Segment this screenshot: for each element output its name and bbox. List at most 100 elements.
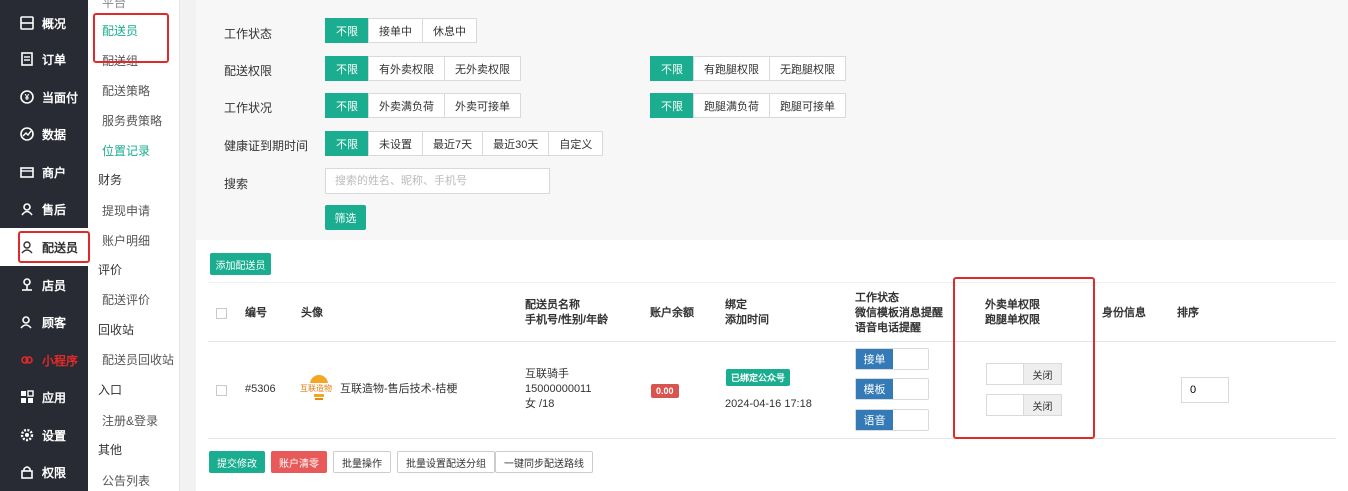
switch-takeout-perm[interactable]: 关闭 bbox=[986, 363, 1062, 385]
subnav-item[interactable]: 位置记录 bbox=[102, 142, 150, 159]
sidebar-item-pay[interactable]: ¥ 当面付 bbox=[0, 78, 88, 116]
filter-option[interactable]: 不限 bbox=[325, 93, 369, 118]
filter-option[interactable]: 外卖满负荷 bbox=[368, 93, 445, 118]
sidebar-item-lock[interactable]: 权限 bbox=[0, 453, 88, 491]
switch-errand-perm-knob: 关闭 bbox=[1023, 395, 1061, 415]
subnav-item[interactable]: 服务费策略 bbox=[102, 112, 162, 129]
sync-route-button[interactable]: 一键同步配送路线 bbox=[495, 451, 593, 473]
avatar: 互联造物 bbox=[299, 372, 337, 402]
subnav-item[interactable]: 账户明细 bbox=[102, 232, 150, 249]
sidebar-item-user[interactable]: 配送员 bbox=[0, 228, 88, 266]
batch-group-button[interactable]: 批量设置配送分组 bbox=[397, 451, 495, 473]
subnav-item[interactable]: 配送策略 bbox=[102, 82, 150, 99]
data-icon bbox=[20, 127, 34, 141]
filter-option[interactable]: 最近7天 bbox=[422, 131, 484, 156]
sidebar-item-overview[interactable]: 概况 bbox=[0, 4, 88, 42]
th-balance: 账户余额 bbox=[650, 307, 694, 319]
add-courier-button[interactable]: 添加配送员 bbox=[210, 253, 271, 275]
sidebar-item-label: 店员 bbox=[42, 278, 67, 293]
pay-icon: ¥ bbox=[20, 90, 34, 104]
filter-option[interactable]: 不限 bbox=[325, 131, 369, 156]
clear-account-button[interactable]: 账户清零 bbox=[271, 451, 327, 473]
subnav-item[interactable]: 配送组 bbox=[102, 52, 138, 69]
submit-button[interactable]: 提交修改 bbox=[209, 451, 265, 473]
apps-icon bbox=[20, 390, 34, 404]
sidebar-item-gear[interactable]: 设置 bbox=[0, 416, 88, 454]
filter-option[interactable]: 跑腿满负荷 bbox=[693, 93, 770, 118]
filter-option[interactable]: 有外卖权限 bbox=[368, 56, 445, 81]
clerk-icon bbox=[20, 278, 34, 292]
sidebar-item-shop[interactable]: 商户 bbox=[0, 153, 88, 191]
filter-option[interactable]: 不限 bbox=[650, 56, 694, 81]
sidebar-item-data[interactable]: 数据 bbox=[0, 115, 88, 153]
filter-option[interactable]: 外卖可接单 bbox=[444, 93, 521, 118]
sort-input[interactable] bbox=[1181, 377, 1229, 403]
filter-option[interactable]: 不限 bbox=[650, 93, 694, 118]
sidebar-item-label: 当面付 bbox=[42, 90, 79, 105]
sidebar-item-miniapp[interactable]: 小程序 bbox=[0, 341, 88, 379]
sidebar-item-label: 商户 bbox=[42, 165, 67, 180]
row-add-time: 2024-04-16 17:18 bbox=[725, 398, 812, 410]
bind-status-badge: 已绑定公众号 bbox=[726, 369, 791, 386]
th-name: 配送员名称 bbox=[525, 299, 580, 311]
toggle-template-msg[interactable]: 模板 bbox=[855, 378, 929, 400]
filter-label-work-cond: 工作状况 bbox=[224, 101, 273, 115]
sidebar-item-label: 订单 bbox=[42, 52, 67, 67]
search-input[interactable] bbox=[325, 168, 550, 194]
svg-text:¥: ¥ bbox=[25, 93, 30, 102]
sidebar-item-clerk[interactable]: 店员 bbox=[0, 266, 88, 304]
sidebar-item-order[interactable]: 订单 bbox=[0, 40, 88, 78]
th-work-status: 工作状态 bbox=[855, 292, 899, 304]
filter-option[interactable]: 最近30天 bbox=[482, 131, 550, 156]
subnav-item: 评价 bbox=[98, 263, 123, 277]
customer-icon bbox=[20, 315, 34, 329]
lock-icon bbox=[20, 465, 34, 479]
row-checkbox[interactable] bbox=[216, 385, 227, 396]
subnav-item[interactable]: 公告列表 bbox=[102, 472, 150, 489]
sidebar: 概况订单 ¥ 当面付数据商户售后配送员店员顾客 小程序 应用 设置 权限 bbox=[0, 0, 88, 491]
filter-option[interactable]: 无跑腿权限 bbox=[769, 56, 846, 81]
subnav-item[interactable]: 提现申请 bbox=[102, 202, 150, 219]
filter-option[interactable]: 无外卖权限 bbox=[444, 56, 521, 81]
th-sort: 排序 bbox=[1177, 307, 1199, 319]
batch-button[interactable]: 批量操作 bbox=[333, 451, 391, 473]
filter-option[interactable]: 跑腿可接单 bbox=[769, 93, 846, 118]
toggle-voice-call-label: 语音 bbox=[856, 410, 893, 430]
balance-badge: 0.00 bbox=[651, 384, 679, 398]
filter-option[interactable]: 接单中 bbox=[368, 18, 423, 43]
subnav-item[interactable]: 配送员回收站 bbox=[102, 351, 174, 368]
sidebar-item-customer[interactable]: 顾客 bbox=[0, 303, 88, 341]
th-wechat-template: 微信模板消息提醒 bbox=[855, 307, 943, 319]
subnav-item[interactable]: 配送评价 bbox=[102, 291, 150, 308]
toggle-accept-order-label: 接单 bbox=[856, 349, 893, 369]
switch-errand-perm[interactable]: 关闭 bbox=[986, 394, 1062, 416]
filter-option[interactable]: 有跑腿权限 bbox=[693, 56, 770, 81]
toggle-voice-call[interactable]: 语音 bbox=[855, 409, 929, 431]
subnav: 平台 配送员 配送组 配送策略 服务费策略 位置记录 财务 提现申请 账户明细 评价 配送评价 回收… bbox=[88, 0, 180, 491]
toggle-template-msg-label: 模板 bbox=[856, 379, 893, 399]
filter-option[interactable]: 不限 bbox=[325, 18, 369, 43]
filter-option[interactable]: 不限 bbox=[325, 56, 369, 81]
filter-label-perm: 配送权限 bbox=[224, 64, 273, 78]
filter-label-health: 健康证到期时间 bbox=[224, 139, 309, 153]
subnav-item[interactable]: 配送员 bbox=[102, 22, 138, 39]
filter-button[interactable]: 筛选 bbox=[325, 205, 366, 230]
sidebar-item-apps[interactable]: 应用 bbox=[0, 378, 88, 416]
seg-cond-errand: 不限 跑腿满负荷 跑腿可接单 bbox=[650, 93, 846, 118]
filter-option[interactable]: 休息中 bbox=[422, 18, 477, 43]
th-id: 编号 bbox=[245, 307, 267, 319]
sidebar-item-label: 售后 bbox=[42, 202, 67, 217]
aftersale-icon bbox=[20, 202, 34, 216]
select-all-checkbox[interactable] bbox=[216, 308, 227, 319]
sidebar-item-aftersale[interactable]: 售后 bbox=[0, 190, 88, 228]
filter-option[interactable]: 未设置 bbox=[368, 131, 423, 156]
sidebar-item-label: 概况 bbox=[42, 16, 67, 31]
row-name: 互联骑手 bbox=[525, 368, 569, 380]
th-name-sub: 手机号/性别/年龄 bbox=[525, 314, 609, 326]
filter-option[interactable]: 自定义 bbox=[548, 131, 604, 156]
miniapp-icon bbox=[20, 353, 34, 367]
subnav-item[interactable]: 注册&登录 bbox=[102, 412, 158, 429]
table-header: 编号 头像 配送员名称 手机号/性别/年龄 账户余额 绑定 添加时间 工作状态 … bbox=[208, 282, 1336, 342]
toggle-accept-order[interactable]: 接单 bbox=[855, 348, 929, 370]
subnav-item: 回收站 bbox=[98, 323, 135, 337]
